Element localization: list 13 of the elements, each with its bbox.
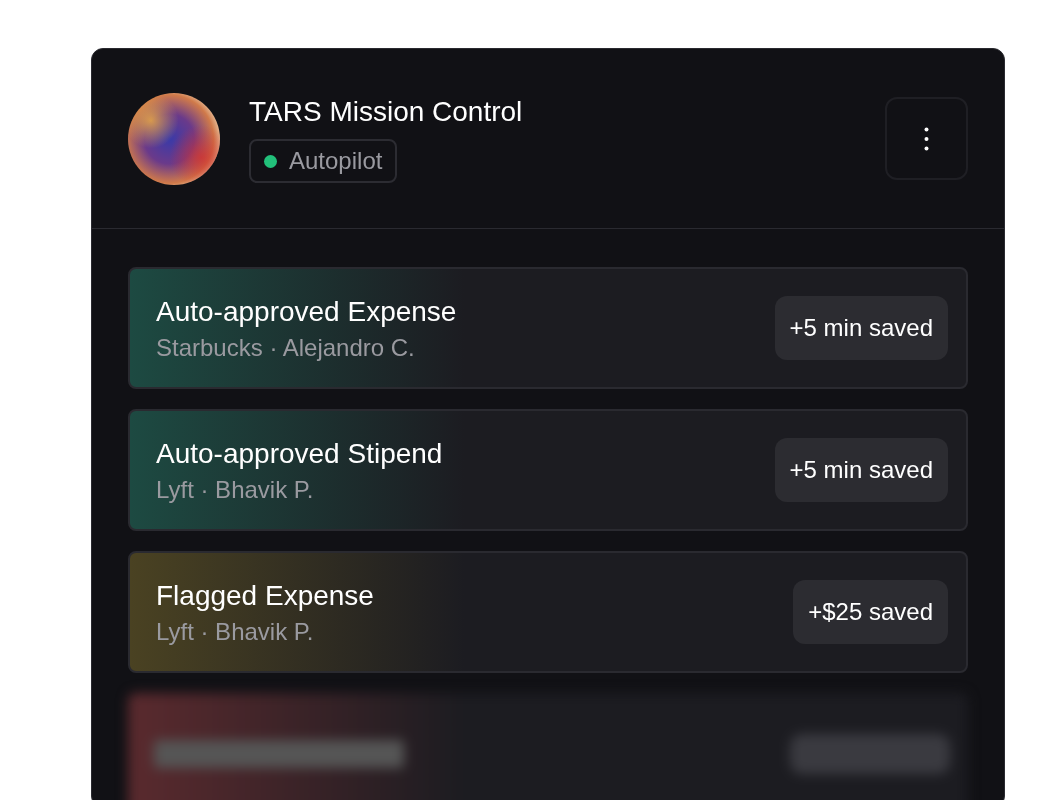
card-subtitle: Starbucks · Alejandro C. [156,332,416,363]
savings-badge: +5 min saved [774,438,948,502]
card-title: Flagged Expense [156,578,374,613]
card-subtitle: Lyft · Bhavik P. [156,474,315,505]
status-label: Autopilot [289,146,383,176]
app-title: TARS Mission Control [249,95,523,129]
more-menu-button[interactable] [885,97,968,180]
card-subtitle: Lyft · Bhavik P. [156,616,315,647]
savings-badge: +$25 saved [793,580,948,644]
savings-badge: +5 min saved [774,296,948,360]
more-vertical-icon [924,126,929,151]
card-title: Auto-approved Expense [156,294,457,329]
card-title: Auto-approved Stipend [156,436,443,471]
